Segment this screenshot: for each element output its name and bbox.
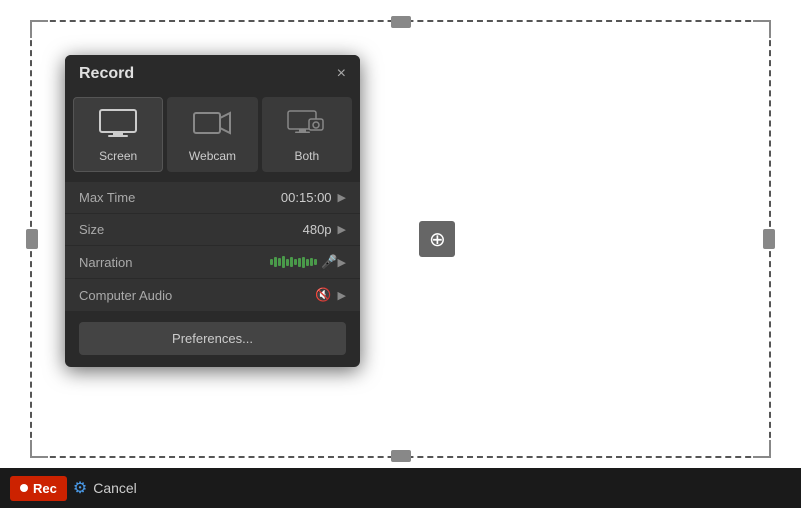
bar-12 [314, 259, 317, 265]
bar-7 [294, 259, 297, 265]
size-label: Size [79, 222, 303, 237]
max-time-label: Max Time [79, 190, 281, 205]
bar-1 [270, 259, 273, 265]
computer-audio-label: Computer Audio [79, 288, 315, 303]
bar-2 [274, 257, 277, 267]
setting-narration[interactable]: Narration 🎤 ▶ [65, 246, 360, 279]
narration-label: Narration [79, 255, 270, 270]
bar-10 [306, 259, 309, 266]
mode-both-label: Both [294, 149, 319, 163]
setting-size[interactable]: Size 480p ▶ [65, 214, 360, 246]
corner-bl [30, 440, 48, 458]
toolbar: Rec ⚙ Cancel [0, 468, 801, 508]
rec-dot [20, 484, 28, 492]
bar-11 [310, 258, 313, 266]
handle-left[interactable] [26, 229, 38, 249]
narration-controls: 🎤 [270, 254, 337, 270]
settings-section: Max Time 00:15:00 ▶ Size 480p ▶ Narratio… [65, 182, 360, 312]
mode-screen[interactable]: Screen [73, 97, 163, 172]
handle-right[interactable] [763, 229, 775, 249]
move-handle[interactable]: ⊕ [419, 221, 455, 257]
bar-5 [286, 259, 289, 266]
setting-computer-audio[interactable]: Computer Audio 🔇 ▶ [65, 279, 360, 312]
bar-4 [282, 256, 285, 268]
mode-screen-label: Screen [99, 149, 137, 163]
narration-arrow: ▶ [338, 256, 346, 269]
record-dialog: Record × Screen Webcam [65, 55, 360, 367]
size-value: 480p [303, 222, 332, 237]
close-button[interactable]: × [337, 66, 346, 82]
mode-selector: Screen Webcam B [65, 91, 360, 182]
max-time-value: 00:15:00 [281, 190, 332, 205]
mode-webcam-label: Webcam [189, 149, 236, 163]
screen-icon [98, 108, 138, 143]
size-arrow: ▶ [338, 223, 346, 236]
bar-9 [302, 257, 305, 268]
settings-button[interactable]: ⚙ [73, 478, 87, 498]
computer-audio-arrow: ▶ [338, 289, 346, 302]
bar-3 [278, 258, 281, 266]
audio-mute-icon: 🔇 [315, 287, 331, 303]
bar-6 [290, 257, 293, 267]
level-bars [270, 256, 317, 268]
handle-top[interactable] [391, 16, 411, 28]
bar-8 [298, 258, 301, 267]
preferences-button[interactable]: Preferences... [79, 322, 346, 355]
mode-both[interactable]: Both [262, 97, 352, 172]
mic-icon: 🎤 [321, 254, 337, 270]
cancel-button[interactable]: Cancel [93, 480, 137, 496]
both-icon [287, 108, 327, 143]
mode-webcam[interactable]: Webcam [167, 97, 257, 172]
webcam-icon [192, 108, 232, 143]
corner-tl [30, 20, 48, 38]
corner-tr [753, 20, 771, 38]
corner-br [753, 440, 771, 458]
dialog-header: Record × [65, 55, 360, 91]
rec-label: Rec [33, 481, 57, 496]
dialog-title: Record [79, 65, 134, 83]
rec-button[interactable]: Rec [10, 476, 67, 501]
handle-bottom[interactable] [391, 450, 411, 462]
setting-max-time[interactable]: Max Time 00:15:00 ▶ [65, 182, 360, 214]
max-time-arrow: ▶ [338, 191, 346, 204]
